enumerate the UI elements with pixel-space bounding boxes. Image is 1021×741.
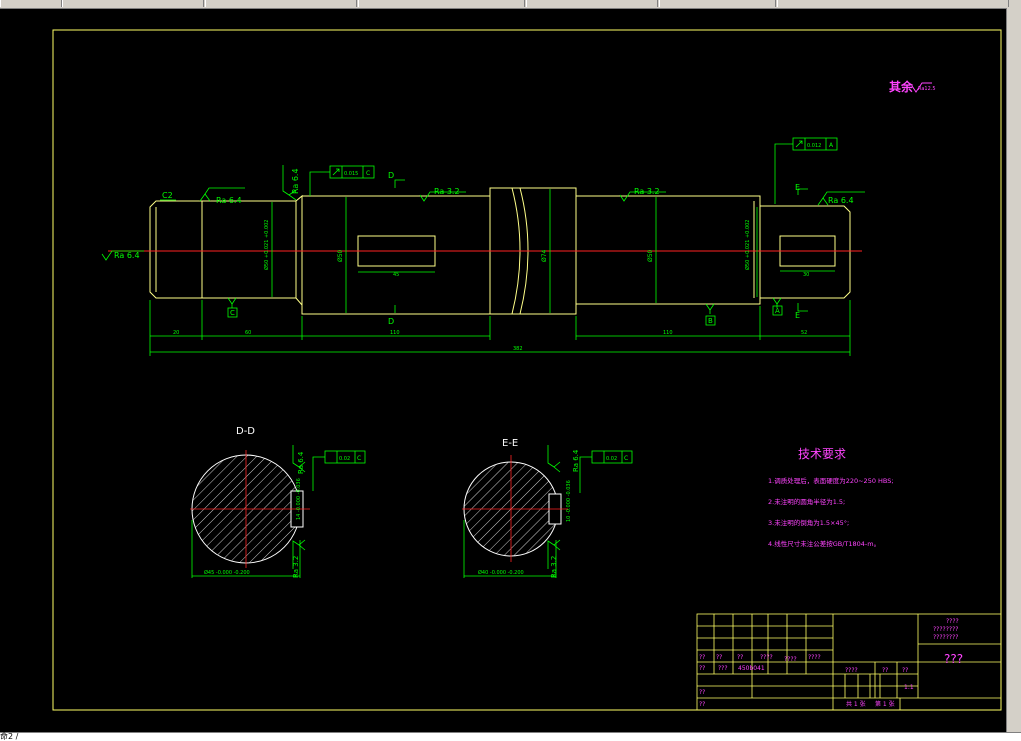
toolbar-segment[interactable] [526, 0, 658, 7]
roughness-label: Ra 3.2 [292, 556, 300, 578]
drawing-border [52, 29, 1002, 711]
title-block-cell: ?? [699, 665, 705, 672]
title-block-ratio: 1:1 [904, 684, 914, 691]
title-block-cell: ???? [760, 654, 773, 661]
dim-label: 382 [513, 346, 523, 352]
vertical-scrollbar[interactable] [1006, 8, 1021, 732]
title-block-cell: ?? [902, 667, 908, 674]
roughness-label: Ra 3.2 [434, 187, 460, 196]
roughness-label: Ra 6.4 [828, 196, 854, 205]
tolerance-value: 0.02 [606, 456, 617, 462]
toolbar-segment[interactable] [205, 0, 357, 7]
title-block-name: ??? [944, 652, 963, 666]
tolerance-frame-1 [309, 165, 375, 196]
finish-note-ra: Ra12.5 [918, 86, 936, 92]
roughness-label: Ra 3.2 [634, 187, 660, 196]
title-block-cell: ???? [808, 654, 821, 661]
diameter-label: Ø50 +0.021 +0.002 [263, 220, 270, 270]
dim-label: 110 [390, 330, 400, 336]
title-block-cell: ???? [784, 656, 797, 663]
tech-requirement-item: 3.未注明的倒角为1.5×45°; [768, 518, 849, 527]
diameter-label: Ø50 [647, 249, 654, 262]
tech-requirement-item: 4.线性尺寸未注公差按GB/T1804-m。 [768, 539, 880, 548]
roughness-label: Ra 3.2 [550, 556, 558, 578]
tolerance-datum: A [829, 142, 834, 149]
section-ee: 0.02 C Ø40 -0.000 -0.200 10 -0.000 -0.03… [462, 445, 633, 578]
roughness-label: Ra 6.4 [114, 251, 140, 260]
title-block-cell: 450b041 [738, 665, 765, 672]
title-block-cell: ?? [699, 654, 705, 661]
dim-label: 110 [663, 330, 673, 336]
toolbar-segment[interactable] [0, 0, 62, 7]
keyway-length-label: 45 [393, 272, 399, 278]
finish-note-prefix: 其余 [889, 79, 914, 94]
horizontal-dimension-lines [149, 300, 851, 356]
datum-markers [227, 297, 783, 326]
diameter-label: Ø74 [541, 249, 548, 262]
section-title: E-E [502, 438, 518, 449]
section-title: D-D [236, 426, 255, 437]
title-block-cell: ?? [699, 701, 705, 708]
section-marker: D [388, 317, 394, 326]
toolbar-segment[interactable] [62, 0, 204, 7]
dim-label: 52 [801, 330, 807, 336]
toolbar-segment[interactable] [358, 0, 525, 7]
tolerance-datum: C [357, 455, 361, 462]
datum-label: A [775, 307, 780, 315]
toolbar-segment[interactable] [777, 0, 1009, 7]
chamfer-label: C2 [162, 191, 173, 200]
title-block-top-right: ???????? [933, 626, 958, 633]
datum-label: B [708, 317, 713, 325]
diameter-label: Ø50 +0.021 +0.002 [744, 220, 751, 270]
title-block-cell: ???? [845, 667, 858, 674]
section-dd: 0.02 C Ø45 -0.000 -0.200 14 -0.000 -0.03… [190, 445, 366, 578]
section-marker: D [388, 171, 394, 180]
section-dim: Ø45 -0.000 -0.200 [204, 569, 250, 576]
tolerance-datum: C [366, 170, 370, 177]
section-marker: E [795, 183, 800, 192]
section-dim: 14 -0.000 -0.036 [296, 478, 302, 520]
title-block-top-right: ???????? [933, 634, 958, 641]
title-block-sheet-no: 第 1 张 [875, 700, 895, 708]
section-dim: Ø40 -0.000 -0.200 [478, 569, 524, 576]
title-block-sheet-total: 共 1 张 [846, 700, 866, 708]
tech-requirement-item: 2.未注明的圆角半径为1.5; [768, 497, 845, 506]
roughness-label: Ra 6.4 [291, 168, 300, 194]
roughness-label: Ra 6.4 [910, 77, 914, 79]
cad-drawing-canvas[interactable]: 其余 Ra12.5 Ø50 +0.021 +0.002 Ø50 Ø74 Ø50 … [0, 8, 1007, 732]
tech-requirements-title: 技术要求 [798, 447, 846, 461]
tolerance-datum: C [624, 455, 628, 462]
roughness-label: Ra 6.4 [216, 196, 242, 205]
dim-label: 20 [173, 330, 179, 336]
tech-requirement-item: 1.调质处理后，表面硬度为220~250 HBS; [768, 476, 894, 485]
title-block-cell: ?? [737, 654, 743, 661]
title-block-top-right: ???? [946, 618, 959, 625]
title-block-cell: ?? [699, 689, 705, 696]
diameter-label: Ø50 [337, 249, 344, 262]
roughness-label: Ra 6.4 [297, 451, 305, 474]
keyway-length-label: 30 [803, 272, 809, 278]
tolerance-value: 0.015 [344, 171, 358, 177]
datum-label: C [230, 309, 235, 317]
tolerance-value: 0.012 [807, 143, 821, 149]
roughness-label: Ra 6.4 [572, 449, 580, 472]
dim-label: 60 [245, 330, 251, 336]
title-block-cell: ?? [716, 654, 722, 661]
section-dim: 10 -0.000 -0.036 [566, 480, 572, 522]
tolerance-frame-2 [774, 137, 838, 204]
section-marker: E [795, 311, 800, 320]
tolerance-value: 0.02 [339, 456, 350, 462]
toolbar-segment[interactable] [659, 0, 776, 7]
title-block-cell: ??? [718, 665, 728, 672]
title-block-cell: ?? [882, 667, 888, 674]
